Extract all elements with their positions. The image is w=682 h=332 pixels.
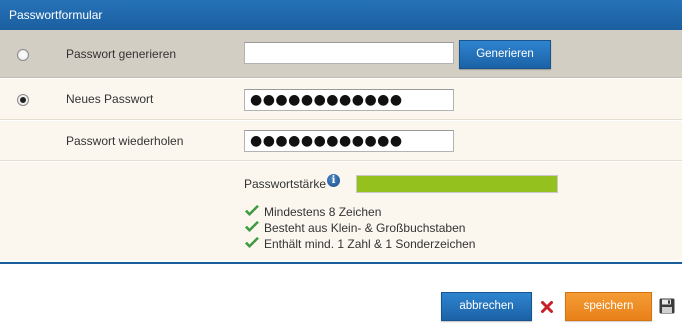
generate-password-radio[interactable]: [17, 49, 29, 61]
rule-min-length: Mindestens 8 Zeichen: [264, 205, 382, 219]
generate-button[interactable]: Generieren: [459, 40, 551, 69]
password-strength-label: Passwortstärke: [244, 177, 327, 191]
generate-password-label: Passwort generieren: [66, 47, 177, 61]
checkmark-icon: [244, 220, 260, 234]
close-icon[interactable]: [541, 301, 553, 313]
info-icon[interactable]: i: [327, 174, 340, 187]
checkmark-icon: [244, 236, 260, 250]
radio-selected-dot: [20, 97, 26, 103]
rule-mixed-case: Besteht aus Klein- & Großbuchstaben: [264, 221, 466, 235]
row-repeat-password: Passwort wiederholen ●●●●●●●●●●●●: [0, 121, 682, 161]
row-new-password: Neues Passwort ●●●●●●●●●●●●: [0, 79, 682, 120]
cancel-button[interactable]: abbrechen: [441, 292, 532, 321]
password-form-panel: Passwortformular Passwort generieren Gen…: [0, 0, 682, 264]
checkmark-icon: [244, 204, 260, 218]
repeat-password-label: Passwort wiederholen: [66, 134, 184, 148]
new-password-field[interactable]: ●●●●●●●●●●●●: [244, 89, 454, 111]
rule-number-special: Enthält mind. 1 Zahl & 1 Sonderzeichen: [264, 237, 476, 251]
password-strength-meter-fill: [357, 176, 557, 192]
repeat-password-field[interactable]: ●●●●●●●●●●●●: [244, 130, 454, 152]
floppy-disk-icon[interactable]: [659, 298, 675, 314]
generated-password-field[interactable]: [244, 42, 454, 64]
new-password-label: Neues Passwort: [66, 92, 154, 106]
new-password-radio[interactable]: [17, 94, 29, 106]
save-button[interactable]: speichern: [565, 292, 652, 321]
password-strength-meter: [356, 175, 558, 193]
form-title: Passwortformular: [0, 0, 682, 30]
row-generate-password: Passwort generieren Generieren: [0, 30, 682, 78]
